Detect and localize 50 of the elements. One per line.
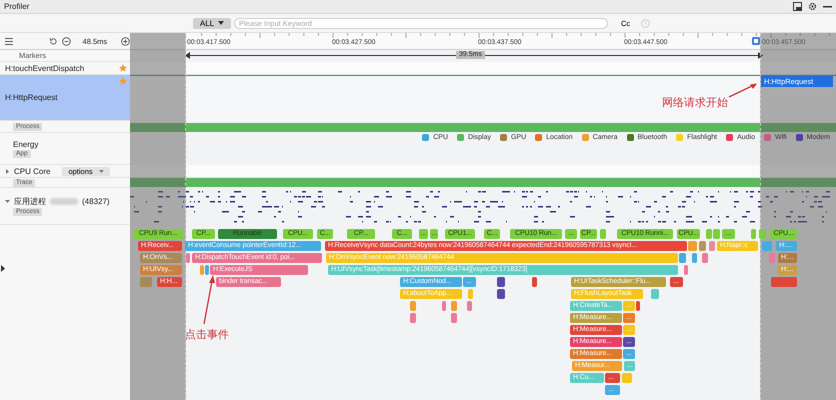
track-title: CPU Core bbox=[14, 166, 50, 176]
trace-slice[interactable] bbox=[636, 301, 640, 311]
marker-row[interactable]: H:HttpRequest bbox=[0, 75, 130, 121]
trace-slice[interactable] bbox=[679, 253, 686, 263]
list-icon[interactable] bbox=[5, 38, 13, 44]
caret-icon bbox=[218, 21, 224, 25]
filter-dropdown[interactable]: ALL bbox=[193, 18, 231, 28]
trace-slice[interactable] bbox=[442, 301, 446, 311]
trace-slice[interactable] bbox=[684, 265, 688, 275]
redacted-block bbox=[50, 198, 78, 205]
trace-slice[interactable] bbox=[532, 277, 537, 287]
track-title: Energy bbox=[13, 140, 38, 148]
star-icon[interactable] bbox=[119, 77, 127, 85]
info-icon[interactable] bbox=[641, 18, 650, 28]
zoom-in-icon[interactable] bbox=[121, 36, 130, 46]
trace-slice[interactable] bbox=[699, 241, 706, 251]
annotation-text: 网络请求开始 bbox=[662, 96, 728, 110]
zoom-out-icon[interactable] bbox=[62, 36, 71, 46]
trace-slice[interactable] bbox=[709, 241, 715, 251]
trace-slice[interactable] bbox=[467, 301, 472, 311]
cpu-state-slice[interactable] bbox=[759, 229, 766, 239]
cpu-state-slice[interactable] bbox=[713, 229, 720, 239]
annotation-arrow bbox=[728, 82, 758, 98]
annotation-text: 点击事件 bbox=[185, 328, 229, 342]
collapse-handle-icon[interactable] bbox=[1, 265, 5, 272]
trace-slice[interactable] bbox=[205, 265, 209, 275]
expand-icon[interactable] bbox=[5, 168, 10, 174]
settings-icon[interactable] bbox=[808, 2, 817, 11]
process-id: (48327) bbox=[82, 197, 110, 206]
trace-slice[interactable] bbox=[497, 277, 505, 287]
trace-slice[interactable] bbox=[200, 265, 204, 275]
window-title: Profiler bbox=[4, 2, 30, 11]
reset-icon[interactable] bbox=[48, 36, 58, 46]
trace-slice[interactable] bbox=[410, 313, 416, 323]
track-title: 应用进程 bbox=[14, 196, 46, 207]
restore-icon[interactable] bbox=[793, 2, 802, 11]
expand-icon[interactable] bbox=[5, 199, 10, 204]
trace-slice[interactable] bbox=[451, 313, 457, 323]
annotation-arrow bbox=[202, 275, 216, 325]
cpu-state-slice[interactable] bbox=[706, 229, 712, 239]
bookmark-icon[interactable] bbox=[752, 37, 760, 45]
caret-icon bbox=[98, 170, 104, 172]
trace-slice[interactable] bbox=[702, 253, 708, 263]
star-icon[interactable] bbox=[119, 64, 127, 72]
trace-slice[interactable] bbox=[497, 289, 505, 299]
trace-slice[interactable] bbox=[692, 253, 697, 263]
cpu-state-slice[interactable] bbox=[600, 229, 606, 239]
trace-slice[interactable] bbox=[186, 253, 190, 263]
cpu-state-slice[interactable] bbox=[751, 229, 756, 239]
minimize-icon[interactable] bbox=[823, 6, 832, 8]
